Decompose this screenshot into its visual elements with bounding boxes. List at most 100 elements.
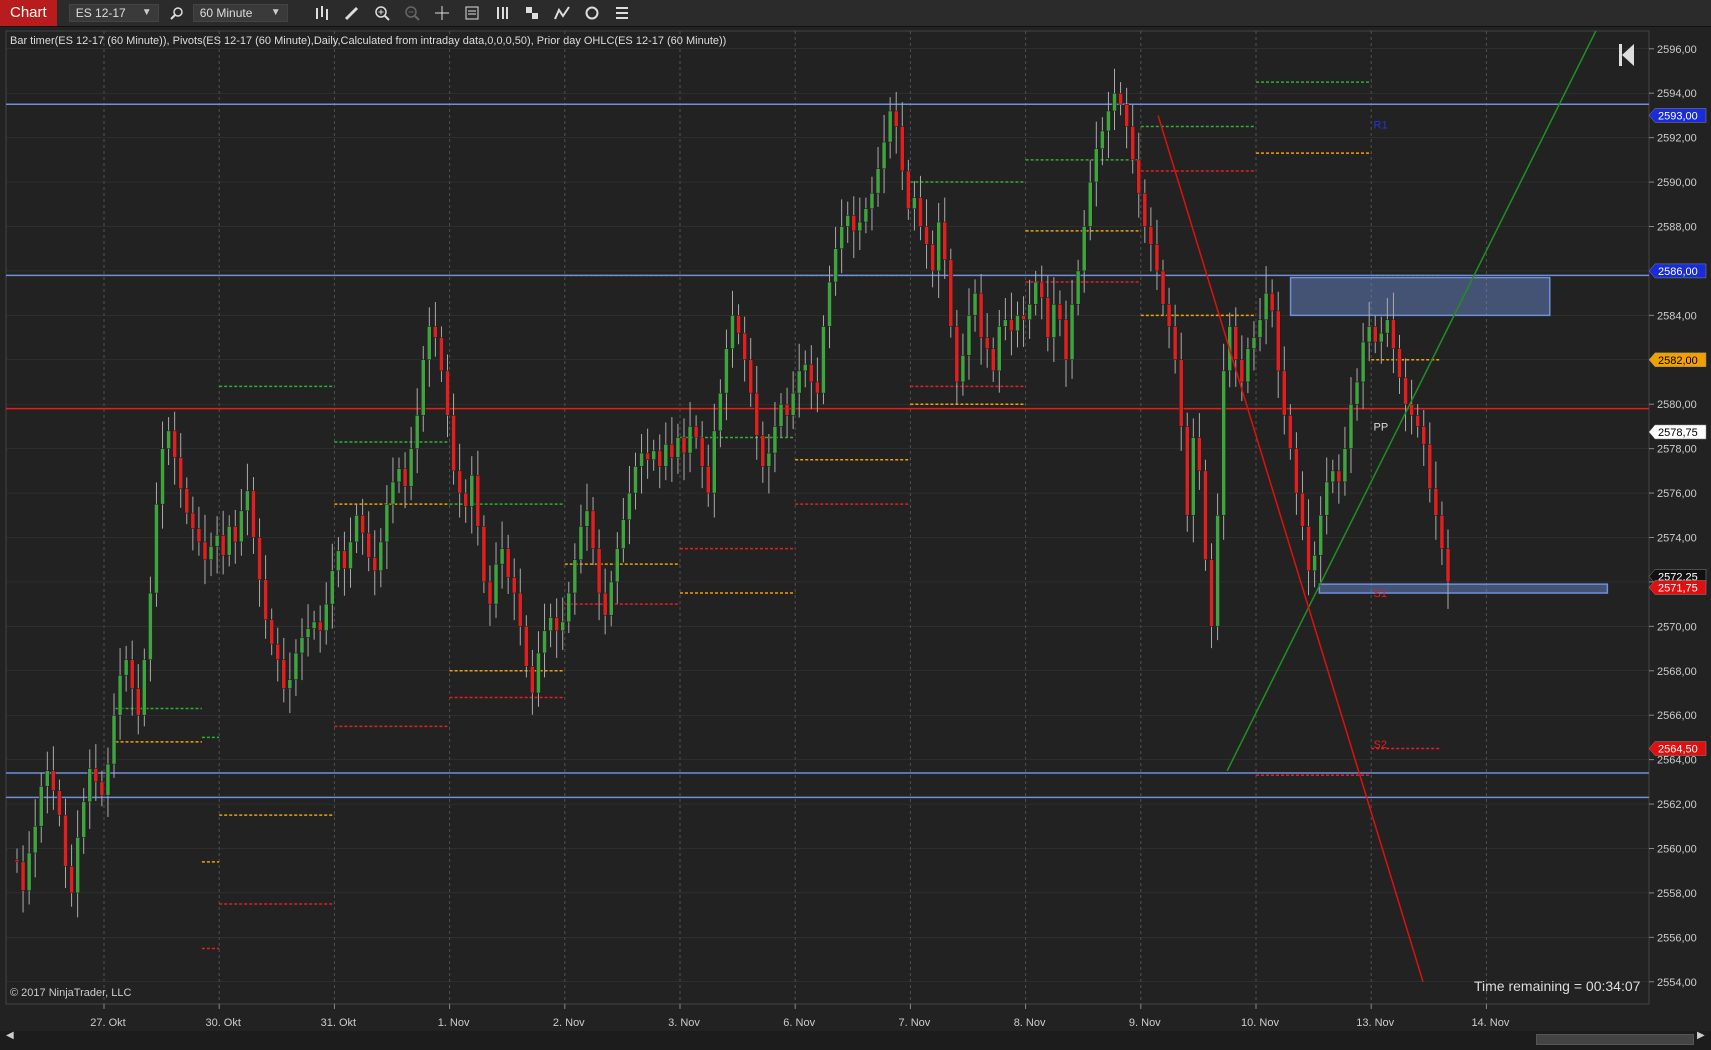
candle-body [57, 790, 62, 816]
candle-body [14, 859, 20, 863]
scroll-right-icon[interactable]: ▶ [1697, 1030, 1705, 1041]
candle-body [226, 526, 232, 556]
candle-body [1021, 315, 1026, 321]
candle-body [32, 826, 38, 854]
candle-body [966, 315, 972, 356]
candle-body [263, 579, 268, 620]
candle-body [1081, 226, 1087, 272]
candle-body [1318, 515, 1323, 556]
candle-body [1445, 548, 1451, 583]
candle-body [499, 548, 505, 565]
candle-body [26, 852, 32, 891]
y-tick-label: 2590,00 [1657, 177, 1697, 189]
candle-body [754, 392, 760, 436]
candle-body [839, 226, 844, 249]
y-tick-label: 2574,00 [1657, 532, 1697, 544]
candle-body [572, 559, 578, 594]
candle-body [451, 415, 456, 472]
price-marker-label: 2593,00 [1658, 110, 1698, 122]
candle-body [912, 197, 917, 209]
candle-body [972, 292, 978, 316]
candle-body [615, 548, 620, 583]
candle-body [845, 215, 850, 227]
candle-body [1039, 281, 1044, 298]
candle-body [136, 688, 141, 716]
candle-body [69, 866, 74, 894]
x-tick-label: 7. Nov [899, 1017, 931, 1029]
trend-line [1157, 115, 1424, 983]
x-tick-label: 13. Nov [1356, 1017, 1394, 1029]
candle-body [621, 519, 626, 549]
candle-body [1191, 437, 1196, 516]
candle-body [1336, 470, 1342, 483]
candle-body [1221, 370, 1226, 516]
candle-body [1372, 326, 1378, 343]
candle-body [1324, 481, 1329, 516]
candle-body [1275, 310, 1281, 372]
candle-body [1100, 130, 1105, 149]
horizontal-scrollbar[interactable] [0, 1031, 1711, 1050]
candle-body [1263, 292, 1269, 321]
candle-body [178, 457, 183, 489]
y-tick-label: 2588,00 [1657, 221, 1697, 233]
candle-body [408, 448, 414, 487]
candle-body [1118, 92, 1123, 105]
candle-body [1142, 192, 1148, 227]
candle-body [518, 592, 523, 627]
candle-body [1409, 403, 1414, 416]
y-tick-label: 2562,00 [1657, 799, 1697, 811]
candle-body [93, 768, 99, 783]
candle-body [1300, 492, 1305, 527]
candle-body [51, 770, 56, 791]
candle-body [893, 110, 899, 127]
pivot-label-r1: R1 [1374, 119, 1388, 131]
candle-body [330, 570, 335, 605]
candle-body [439, 337, 444, 372]
x-tick-label: 27. Okt [90, 1017, 125, 1029]
candle-body [724, 348, 729, 394]
candle-body [906, 170, 911, 209]
candle-body [1160, 270, 1166, 305]
candle-body [1045, 297, 1051, 338]
candle-body [857, 221, 863, 232]
candle-body [602, 592, 608, 616]
candle-body [123, 659, 129, 676]
candle-body [287, 679, 293, 689]
candle-body [766, 452, 772, 467]
candle-body [1203, 470, 1208, 560]
candle-body [584, 510, 590, 527]
candle-body [505, 548, 511, 578]
x-tick-label: 9. Nov [1129, 1017, 1161, 1029]
pivot-label-s2: S2 [1374, 739, 1387, 751]
scroll-left-icon[interactable]: ◀ [6, 1030, 14, 1041]
candle-body [105, 763, 111, 796]
candle-body [651, 450, 656, 460]
price-marker-label: 2582,00 [1658, 355, 1698, 367]
candle-body [809, 363, 814, 383]
candle-body [1288, 415, 1293, 449]
candle-body [1130, 126, 1135, 161]
candle-body [942, 221, 947, 261]
candle-body [1185, 426, 1190, 516]
copyright-text: © 2017 NinjaTrader, LLC [10, 987, 132, 999]
candle-body [560, 621, 565, 632]
y-tick-label: 2554,00 [1657, 977, 1697, 989]
candle-body [1403, 377, 1408, 405]
y-tick-label: 2558,00 [1657, 888, 1697, 900]
candle-body [245, 490, 250, 512]
candle-body [790, 392, 796, 416]
candle-body [608, 581, 614, 616]
candle-body [1342, 448, 1348, 483]
candle-body [900, 126, 905, 172]
indicator-legend: Bar timer(ES 12-17 (60 Minute)), Pivots(… [10, 35, 727, 47]
candle-body [293, 652, 299, 680]
scrollbar-thumb[interactable] [1536, 1034, 1694, 1045]
candle-body [390, 481, 396, 505]
candle-body [821, 326, 826, 394]
rectangle-zone [1289, 276, 1551, 317]
candle-body [45, 770, 50, 787]
candle-body [360, 515, 365, 534]
candle-body [1069, 303, 1075, 361]
price-chart[interactable]: 27. Okt 30. Okt 31. Okt 1. Nov 2. Nov 3. Nov 6… [0, 0, 1711, 1050]
pivot-label-pp: PP [1374, 421, 1389, 433]
